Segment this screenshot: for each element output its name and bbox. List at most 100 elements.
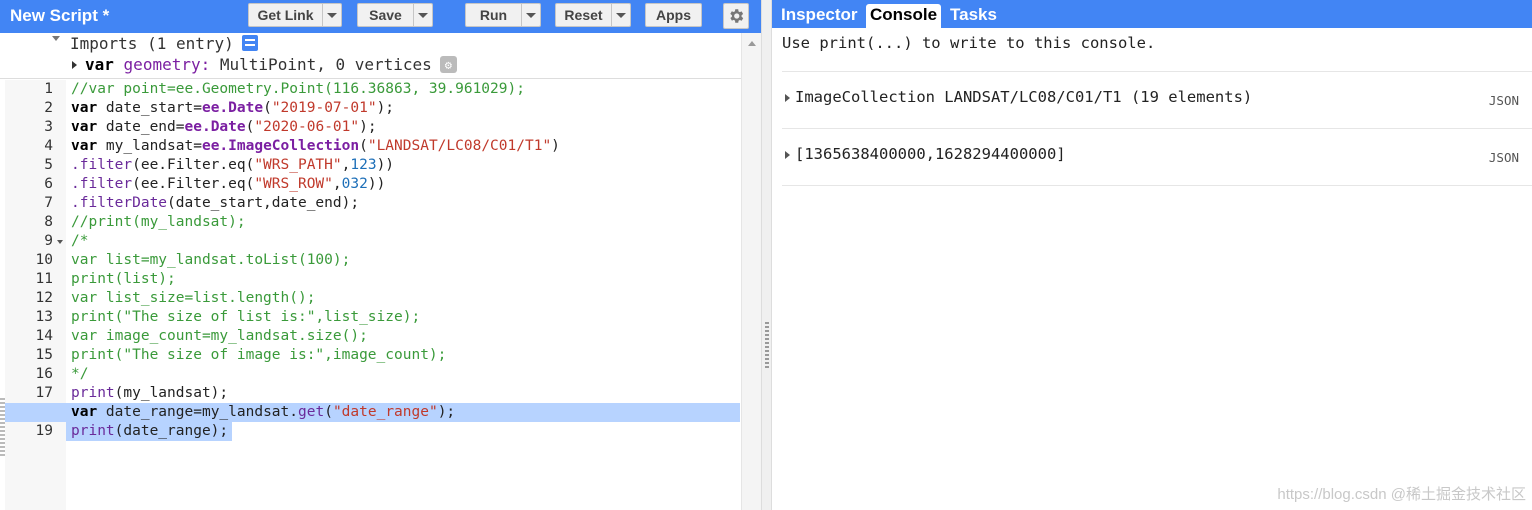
script-title[interactable]: New Script *	[10, 6, 109, 26]
code-line[interactable]: var date_start=ee.Date("2019-07-01");	[71, 99, 394, 118]
panel-splitter[interactable]	[761, 0, 772, 510]
divider	[782, 185, 1532, 186]
line-number: 19	[35, 423, 53, 439]
imports-section: Imports (1 entry) var geometry: MultiPoi…	[0, 33, 761, 79]
expand-arrow-icon[interactable]	[785, 94, 790, 102]
code-line[interactable]: var list_size=list.length();	[71, 289, 315, 308]
console-output-text[interactable]: ImageCollection LANDSAT/LC08/C01/T1 (19 …	[795, 88, 1252, 106]
line-number: 9	[44, 233, 53, 249]
save-dropdown[interactable]	[413, 4, 432, 26]
api-call: ee.ImageCollection	[201, 138, 360, 154]
settings-button[interactable]	[723, 3, 749, 29]
json-link[interactable]: JSON	[1489, 150, 1519, 165]
method: .filterDate	[71, 195, 168, 211]
punctuation: (	[324, 404, 333, 420]
watermark: https://blog.csdn @稀土掘金技术社区	[1277, 486, 1526, 503]
line-number: 15	[35, 347, 53, 363]
code-area[interactable]: 1 2 3 4 5 6 7 8 9 10 11 12 13 14 15 16 1…	[0, 80, 741, 510]
code-line[interactable]: var date_end=ee.Date("2020-06-01");	[71, 118, 377, 137]
tab-console[interactable]: Console	[866, 4, 942, 28]
imports-label[interactable]: Imports (1 entry)	[70, 34, 234, 53]
chevron-down-icon	[418, 12, 428, 18]
code-line[interactable]: .filter(ee.Filter.eq("WRS_ROW",032))	[71, 175, 385, 194]
identifier: date_end=	[97, 119, 185, 135]
gear-icon	[730, 9, 744, 23]
code-line[interactable]: var list=my_landsat.toList(100);	[71, 251, 350, 270]
line-number: 4	[44, 138, 53, 154]
identifier: date_start=	[97, 100, 202, 116]
show-code-icon[interactable]	[242, 35, 258, 51]
chevron-down-icon	[616, 12, 626, 18]
line-number: 3	[44, 119, 53, 135]
json-link[interactable]: JSON	[1489, 93, 1519, 108]
panel-tabbar: Inspector Console Tasks	[772, 0, 1532, 28]
line-number-gutter: 1 2 3 4 5 6 7 8 9 10 11 12 13 14 15 16 1…	[5, 80, 66, 510]
console-output-row[interactable]: ImageCollection LANDSAT/LC08/C01/T1 (19 …	[782, 71, 1532, 127]
tab-tasks[interactable]: Tasks	[946, 4, 1001, 28]
punctuation: ))	[376, 157, 395, 173]
apps-button[interactable]: Apps	[645, 3, 702, 27]
identifier: (date_start,date_end);	[167, 195, 360, 211]
save-label: Save	[369, 7, 402, 23]
save-button[interactable]: Save	[357, 3, 433, 27]
line-number: 11	[35, 271, 53, 287]
run-label: Run	[479, 7, 508, 23]
code-line[interactable]: print(list);	[71, 270, 176, 289]
line-number: 5	[44, 157, 53, 173]
get-link-button[interactable]: Get Link	[248, 3, 342, 27]
console-output-row[interactable]: [1365638400000,1628294400000] JSON	[782, 128, 1532, 184]
keyword: var	[71, 100, 98, 116]
line-number: 13	[35, 309, 53, 325]
code-line[interactable]: var image_count=my_landsat.size();	[71, 327, 368, 346]
code-line[interactable]: //print(my_landsat);	[71, 213, 246, 232]
method: .filter	[71, 157, 133, 173]
reset-button[interactable]: Reset	[555, 3, 631, 27]
code-line[interactable]: var my_landsat=ee.ImageCollection("LANDS…	[71, 137, 560, 156]
reset-dropdown[interactable]	[611, 4, 630, 26]
string: "2020-06-01"	[254, 119, 360, 135]
import-var-name: geometry:	[123, 55, 211, 74]
punctuation: );	[359, 119, 377, 135]
punctuation: ,	[332, 176, 342, 192]
run-button[interactable]: Run	[465, 3, 541, 27]
identifier: my_landsat=	[97, 138, 202, 154]
import-entry-geometry[interactable]: var geometry: MultiPoint, 0 vertices ⚙	[72, 55, 457, 74]
get-link-dropdown[interactable]	[322, 4, 341, 26]
get-link-label: Get Link	[257, 7, 314, 23]
line-number: 10	[35, 252, 53, 268]
keyword: var	[71, 138, 98, 154]
expand-arrow-icon[interactable]	[72, 60, 77, 69]
import-var-desc: MultiPoint, 0 vertices	[219, 55, 432, 74]
line-number: 6	[44, 176, 53, 192]
code-line[interactable]: var date_range=my_landsat.get("date_rang…	[71, 403, 455, 422]
console-output-text[interactable]: [1365638400000,1628294400000]	[795, 145, 1066, 163]
code-line[interactable]: .filterDate(date_start,date_end);	[71, 194, 359, 213]
code-line[interactable]: //var point=ee.Geometry.Point(116.36863,…	[71, 80, 525, 99]
line-number: 17	[35, 385, 53, 401]
code-line[interactable]: */	[71, 365, 88, 384]
scroll-up-icon[interactable]	[748, 41, 756, 46]
line-number: 8	[44, 214, 53, 230]
code-line[interactable]: print("The size of list is:",list_size);	[71, 308, 420, 327]
code-line[interactable]: /*	[71, 232, 88, 251]
code-line[interactable]: print("The size of image is:",image_coun…	[71, 346, 446, 365]
expand-arrow-icon[interactable]	[785, 151, 790, 159]
editor-scrollbar[interactable]	[741, 33, 761, 510]
code-line[interactable]: print(date_range);	[71, 422, 228, 441]
fold-arrow-icon[interactable]	[57, 240, 63, 244]
run-dropdown[interactable]	[521, 4, 540, 26]
collapse-arrow-icon[interactable]	[52, 36, 60, 41]
code-editor-panel: New Script * Get Link Save Run Reset App…	[0, 0, 761, 510]
chevron-down-icon	[327, 12, 337, 18]
gear-icon[interactable]: ⚙	[439, 56, 457, 73]
code-line[interactable]: print(my_landsat);	[71, 384, 228, 403]
punctuation: );	[437, 404, 456, 420]
string: "date_range"	[332, 404, 438, 420]
code-line[interactable]: .filter(ee.Filter.eq("WRS_PATH",123))	[71, 156, 394, 175]
drag-grip-icon[interactable]	[765, 322, 769, 368]
code-lines[interactable]: //var point=ee.Geometry.Point(116.36863,…	[66, 80, 741, 510]
punctuation: ))	[367, 176, 386, 192]
tab-inspector[interactable]: Inspector	[777, 4, 862, 28]
number: 123	[350, 157, 377, 173]
string: "WRS_ROW"	[254, 176, 333, 192]
